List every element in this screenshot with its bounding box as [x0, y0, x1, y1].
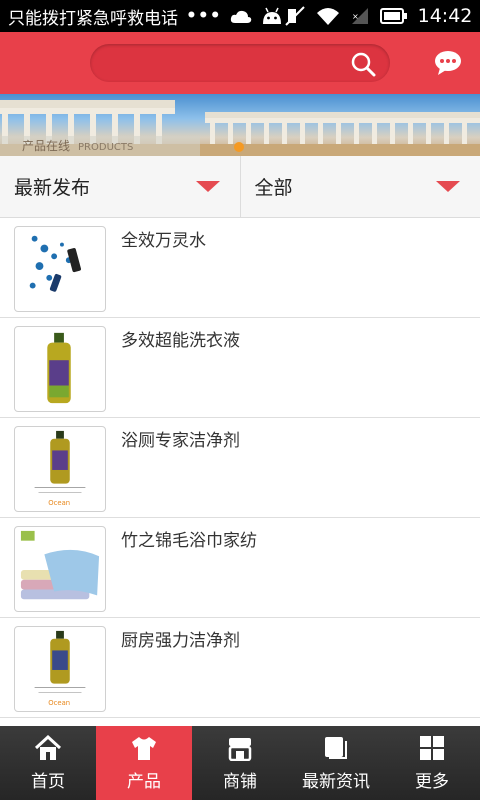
banner-caption: 产品在线 PRODUCTS: [0, 136, 200, 156]
status-bar: 只能拨打紧急呼救电话 ••• × 14:42: [0, 0, 480, 32]
banner-carousel[interactable]: 产品在线 PRODUCTS: [0, 94, 480, 156]
svg-text:Ocean: Ocean: [48, 499, 70, 507]
nav-news[interactable]: 最新资讯: [288, 726, 384, 800]
list-item[interactable]: Ocean 浴厕专家洁净剂: [0, 418, 480, 518]
battery-icon: [379, 8, 407, 24]
product-title: 全效万灵水: [121, 231, 206, 251]
wifi-icon: [316, 8, 339, 25]
product-title: 竹之锦毛浴巾家纺: [121, 531, 257, 551]
product-title: 浴厕专家洁净剂: [121, 431, 240, 451]
nav-products-label: 产品: [127, 771, 161, 792]
bottom-nav: 首页 产品 商铺 最新资讯 更多: [0, 726, 480, 800]
weather-cloud-icon: [230, 10, 251, 23]
product-list: 全效万灵水 多效超能洗衣液 Ocean 浴厕专家洁净剂 竹之锦毛浴巾家纺 Oce…: [0, 218, 480, 726]
product-thumbnail: Ocean: [14, 426, 106, 512]
grid-icon: [420, 735, 444, 760]
product-thumbnail: [14, 526, 106, 612]
nav-home[interactable]: 首页: [0, 726, 96, 800]
banner-caption-en: PRODUCTS: [78, 142, 134, 153]
carousel-indicator[interactable]: [234, 142, 244, 152]
nav-home-label: 首页: [31, 771, 65, 792]
nav-news-label: 最新资讯: [302, 771, 370, 792]
search-bar[interactable]: [90, 44, 390, 82]
nav-shops-label: 商铺: [223, 771, 257, 792]
notification-dots: •••: [186, 6, 222, 26]
banner-caption-cn: 产品在线: [22, 139, 71, 153]
category-dropdown[interactable]: 全部: [239, 156, 480, 217]
product-thumbnail: Ocean: [14, 626, 106, 712]
chevron-down-icon: [195, 181, 220, 192]
svg-text:Ocean: Ocean: [48, 699, 70, 707]
list-item[interactable]: 全效万灵水: [0, 218, 480, 318]
app-header: [0, 32, 480, 94]
sort-dropdown[interactable]: 最新发布: [0, 156, 240, 217]
home-icon: [34, 734, 62, 760]
list-item[interactable]: 竹之锦毛浴巾家纺: [0, 518, 480, 618]
category-dropdown-label: 全部: [254, 177, 293, 199]
clock: 14:42: [417, 5, 473, 27]
signal-icon: ×: [351, 8, 368, 24]
message-icon[interactable]: [434, 50, 462, 76]
list-item[interactable]: 多效超能洗衣液: [0, 318, 480, 418]
nav-products[interactable]: 产品: [96, 726, 192, 800]
shop-icon: [228, 737, 252, 761]
nav-shops[interactable]: 商铺: [192, 726, 288, 800]
news-icon: [325, 736, 347, 759]
mute-icon: [284, 6, 305, 26]
chevron-down-icon: [436, 181, 460, 192]
search-icon[interactable]: [350, 51, 376, 77]
sort-dropdown-label: 最新发布: [14, 177, 91, 199]
nav-more-label: 更多: [415, 771, 449, 792]
product-thumbnail: [14, 326, 106, 412]
search-input[interactable]: [90, 44, 330, 82]
shirt-icon: [132, 736, 156, 760]
svg-text:×: ×: [352, 12, 359, 21]
product-title: 多效超能洗衣液: [121, 331, 240, 351]
product-title: 厨房强力洁净剂: [121, 631, 240, 651]
android-icon: [262, 7, 281, 24]
nav-more[interactable]: 更多: [384, 726, 480, 800]
filter-bar: 最新发布 全部: [0, 156, 480, 218]
list-item[interactable]: Ocean 厨房强力洁净剂: [0, 618, 480, 718]
emergency-call-text: 只能拨打紧急呼救电话: [8, 8, 178, 29]
product-thumbnail: [14, 226, 106, 312]
